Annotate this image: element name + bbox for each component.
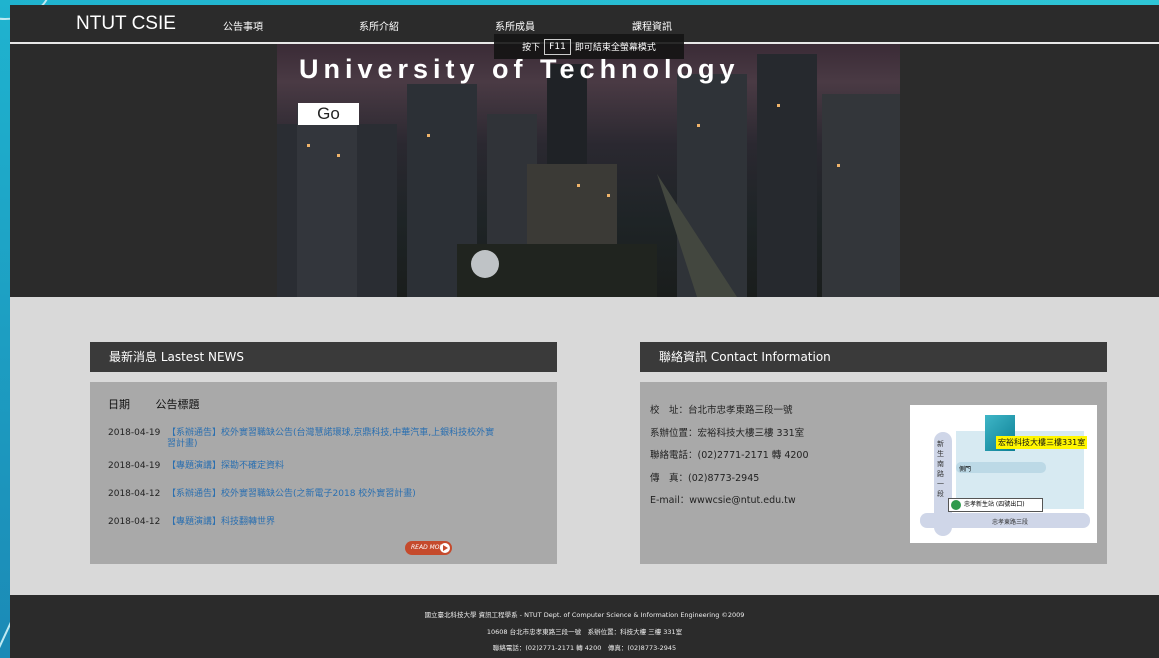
news-col-title: 公告標題 [155,398,200,411]
map-road-horizontal-label: 忠孝東路三段 [992,519,1029,526]
slide-frame-left [0,0,10,658]
site-footer: 國立臺北科技大學 資訊工程學系 - NTUT Dept. of Computer… [10,595,1159,658]
map-road-vertical-label: 新生南路一段 [937,440,944,498]
map-station: 忠孝新生站 (四號出口) [948,498,1043,512]
news-date: 2018-04-12 [108,489,161,499]
map-gate-label: 側門 [959,466,972,473]
map-building-label: 宏裕科技大樓三樓331室 [996,436,1088,449]
footer-copyright: 國立臺北科技大學 資訊工程學系 - NTUT Dept. of Computer… [424,611,745,619]
contact-fax: 傳 真：(02)8773-2945 [650,473,760,484]
news-panel: 日期 公告標題 2018-04-19 【系辦通告】校外實習職缺公告(台灣慧諾環球… [90,382,557,564]
main-content: 最新消息 Lastest NEWS 日期 公告標題 2018-04-19 【系辦… [10,297,1159,595]
news-date: 2018-04-19 [108,461,161,471]
map-station-label: 忠孝新生站 (四號出口) [964,501,1025,508]
news-col-date: 日期 [108,398,130,411]
fullscreen-tip-prefix: 按下 [522,43,541,53]
fullscreen-tip-suffix: 即可結束全螢幕模式 [574,43,656,53]
nav-course-info[interactable]: 課程資訊 [632,18,672,33]
news-title-link[interactable]: 【專題演講】科技翻轉世界 [167,517,497,528]
footer-address: 10608 台北市忠孝東路三段一號 系辦位置：科技大樓 三樓 331室 [486,628,683,636]
contact-phone: 聯絡電話：(02)2771-2171 轉 4200 [650,450,809,461]
contact-office: 系辦位置：宏裕科技大樓三樓 331室 [650,428,805,439]
footer-contact: 聯絡電話：(02)2771-2171 轉 4200 傳真：(02)8773-29… [492,644,677,652]
news-title-link[interactable]: 【專題演講】探勘不確定資料 [167,461,497,472]
location-map: 新生南路一段 側門 宏裕科技大樓三樓331室 忠孝東路三段 忠孝新生站 (四號出… [910,405,1097,543]
news-panel-heading: 最新消息 Lastest NEWS [90,342,557,372]
read-more-button[interactable]: READ MORE [405,541,452,555]
go-button[interactable]: Go [298,103,359,125]
site-brand[interactable]: NTUT CSIE [76,13,176,35]
contact-panel-heading: 聯絡資訊 Contact Information [640,342,1107,372]
news-title-link[interactable]: 【系辦通告】校外實習職缺公告(之新電子2018 校外實習計畫) [167,489,497,500]
nav-announcements[interactable]: 公告事項 [223,18,263,33]
hero-banner: University of Technology Go [277,44,900,297]
nav-department-intro[interactable]: 系所介紹 [359,18,399,33]
contact-email[interactable]: E-mail：wwwcsie@ntut.edu.tw [650,492,796,506]
news-table-header: 日期 公告標題 [108,396,200,412]
f11-key-icon: F11 [544,38,571,55]
contact-address: 校 址：台北市忠孝東路三段一號 [650,405,793,416]
news-title-link[interactable]: 【系辦通告】校外實習職缺公告(台灣慧諾環球,京鼎科技,中華汽車,上銀科技校外實習… [167,428,497,450]
fullscreen-tooltip: 按下 F11 即可結束全螢幕模式 [494,34,684,59]
metro-station-icon [951,500,961,510]
nav-department-members[interactable]: 系所成員 [495,18,535,33]
arrow-right-icon [440,543,450,553]
news-date: 2018-04-19 [108,428,161,438]
contact-panel: 校 址：台北市忠孝東路三段一號 系辦位置：宏裕科技大樓三樓 331室 聯絡電話：… [640,382,1107,564]
news-date: 2018-04-12 [108,517,161,527]
